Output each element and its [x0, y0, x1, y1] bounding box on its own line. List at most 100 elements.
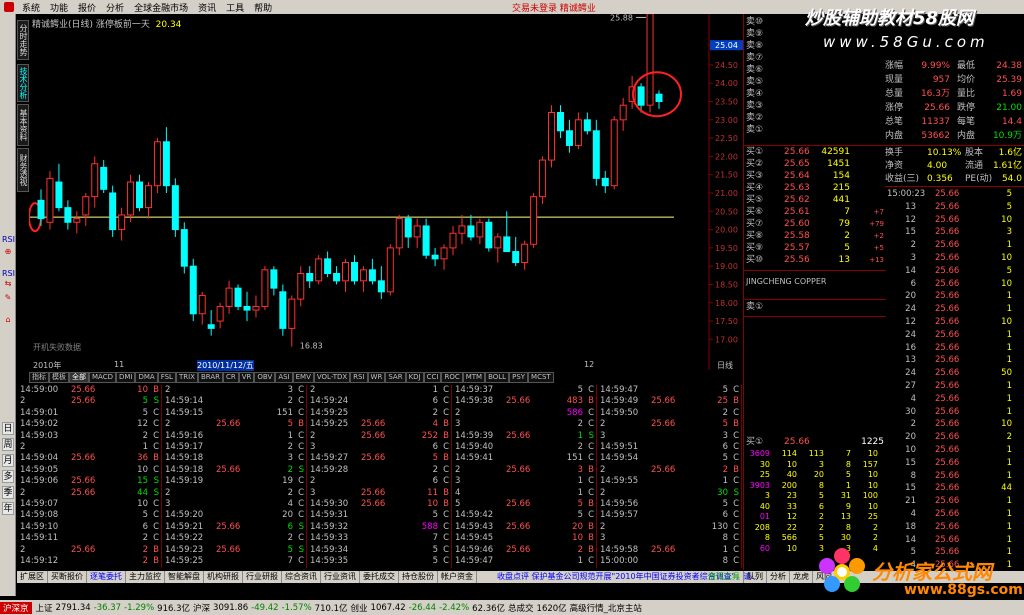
tick-time: 14:59:58: [600, 544, 639, 555]
menu-item[interactable]: 功能: [45, 1, 73, 14]
indicator-tab[interactable]: MCST: [528, 372, 554, 383]
vertical-tab[interactable]: 技术分析: [17, 64, 29, 102]
indicator-tab[interactable]: BRAR: [197, 372, 223, 383]
indicator-tab[interactable]: ASI: [275, 372, 293, 383]
bottom-tab[interactable]: 持仓股份: [399, 571, 438, 583]
indicator-tab[interactable]: WR: [367, 372, 386, 383]
right-tick-volume: 1: [1006, 329, 1012, 340]
toolbar-icon[interactable]: ✎: [2, 292, 14, 304]
bottom-right-tab[interactable]: 队列: [744, 571, 767, 583]
indicator-tab[interactable]: OBV: [254, 372, 276, 383]
menu-item[interactable]: 报价: [73, 1, 101, 14]
ask-label: 卖⑦: [746, 53, 764, 63]
tick-price: 25.66: [71, 385, 96, 395]
bottom-tab[interactable]: 委托成交: [360, 571, 399, 583]
indicator-tab[interactable]: BOLL: [485, 372, 510, 383]
price-tick-label: 18.00: [715, 299, 738, 308]
tick-type: B: [443, 419, 449, 430]
menu-item[interactable]: 全球金融市场: [129, 1, 193, 14]
period-key[interactable]: 年: [2, 502, 14, 515]
menu-item[interactable]: 资讯: [193, 1, 221, 14]
indicator-tab[interactable]: FSL: [157, 372, 176, 383]
tick-time: 14:59:20: [165, 510, 204, 521]
tick-row: 14:59:54 5 C: [597, 453, 742, 464]
bottom-tab[interactable]: 行业研报: [243, 571, 282, 583]
tick-type: C: [588, 476, 594, 487]
tick-time: 14:59:07: [20, 499, 59, 509]
indicator-tab[interactable]: ROC: [441, 372, 463, 383]
bottom-tab[interactable]: 综合资讯: [282, 571, 321, 583]
tick-type: C: [443, 476, 449, 487]
menu-item[interactable]: 系统: [17, 1, 45, 14]
indicator-tab[interactable]: SAR: [385, 372, 406, 383]
period-key[interactable]: 日: [2, 422, 14, 435]
bottom-tab[interactable]: 买断报价: [48, 571, 87, 583]
bottom-tab[interactable]: 主力监控: [126, 571, 165, 583]
tick-type: C: [443, 533, 449, 544]
toolbar-icon[interactable]: ⌂: [2, 314, 14, 326]
bottom-right-tab[interactable]: 分析: [767, 571, 790, 583]
toolbar-icon[interactable]: ⊕: [2, 246, 14, 258]
indicator-tab[interactable]: TRIX: [175, 372, 198, 383]
indicator-tab[interactable]: PSY: [509, 372, 529, 383]
indicator-tab[interactable]: MTM: [462, 372, 486, 383]
indicator-tab[interactable]: MACD: [89, 372, 116, 383]
bottom-tab[interactable]: 机构研报: [204, 571, 243, 583]
market-name[interactable]: 沪深京: [0, 601, 32, 614]
bottom-right-tab[interactable]: 龙虎: [790, 571, 813, 583]
indicator-tab[interactable]: KDJ: [405, 372, 424, 383]
bottom-tab[interactable]: 扩展区: [17, 571, 48, 583]
bottom-tab[interactable]: 帐户资金: [438, 571, 477, 583]
tick-volume: 1: [577, 476, 583, 487]
price-tick-label: 18.50: [715, 280, 738, 289]
candle-body: [530, 196, 538, 245]
indicator-tab[interactable]: VR: [238, 372, 255, 383]
menu-item[interactable]: 分析: [101, 1, 129, 14]
period-key[interactable]: 周: [2, 438, 14, 451]
indicator-tab[interactable]: DMA: [135, 372, 158, 383]
vertical-tab[interactable]: 财务透视: [17, 148, 29, 192]
price-tick-label: 20.00: [715, 226, 738, 235]
bottom-tab[interactable]: 智能解盘: [165, 571, 204, 583]
toolbar-icon[interactable]: ⇆: [2, 278, 14, 290]
vertical-tab[interactable]: 基本资料: [17, 104, 29, 146]
right-tick-volume: 10: [1001, 317, 1012, 327]
bottom-right-tab[interactable]: 资讯工具: [705, 571, 744, 583]
rsi-tool-button[interactable]: RSI: [2, 234, 15, 246]
indicator-tab[interactable]: CR: [223, 372, 239, 383]
menu-item[interactable]: 帮助: [249, 1, 277, 14]
indicator-tab[interactable]: CCI: [423, 372, 442, 383]
tick-time: 14:59:55: [600, 476, 639, 487]
period-key[interactable]: 多: [2, 470, 14, 483]
menu-item[interactable]: 工具: [221, 1, 249, 14]
period-key[interactable]: 月: [2, 454, 14, 467]
right-tick-time: 15: [905, 457, 916, 468]
indicator-tab[interactable]: RSI: [350, 372, 368, 383]
indicator-tab[interactable]: VOL-TDX: [313, 372, 351, 383]
right-tick-price: 25.66: [935, 278, 960, 289]
stat-label: 量比: [957, 89, 976, 99]
right-info-panel: 涨幅 9.99% 最低 24.38 现量 957 均价 25.39 总量 16.3万 量比 1.69 涨…: [885, 14, 1024, 570]
indicator-tab[interactable]: 指标: [29, 372, 49, 383]
tick-price: 25.66: [216, 544, 241, 555]
candlestick-chart[interactable]: 25.04 24.50 24.00 23.50 23.00 22.50 22.00 21.50…: [29, 14, 743, 370]
tick-price: 25.66: [506, 521, 531, 532]
bottom-tab[interactable]: 逐笔委托: [87, 571, 126, 583]
indicator-tab[interactable]: EMV: [292, 372, 314, 383]
tick-volume: 1: [142, 442, 148, 452]
candle-body: [315, 258, 323, 282]
indicator-tab[interactable]: 模板: [49, 372, 69, 383]
tick-time: 14:59:06: [20, 476, 59, 487]
tick-volume: 5: [432, 453, 438, 464]
tick-row: 2 25.66 5 B: [162, 419, 307, 430]
tick-volume: 5: [287, 419, 293, 430]
bottom-tab[interactable]: 行业资讯: [321, 571, 360, 583]
indicator-tab[interactable]: DMI: [115, 372, 136, 383]
menu-notice[interactable]: 交易未登录 精诚鳄业: [512, 1, 596, 14]
tick-volume: 12: [137, 419, 148, 430]
price-tick-label: 24.00: [715, 79, 738, 88]
period-key[interactable]: 季: [2, 486, 14, 499]
indicator-tab[interactable]: 全部: [69, 372, 89, 383]
tick-row: 14:59:05 10 C: [17, 465, 162, 476]
vertical-tab[interactable]: 分时走势: [17, 20, 29, 60]
